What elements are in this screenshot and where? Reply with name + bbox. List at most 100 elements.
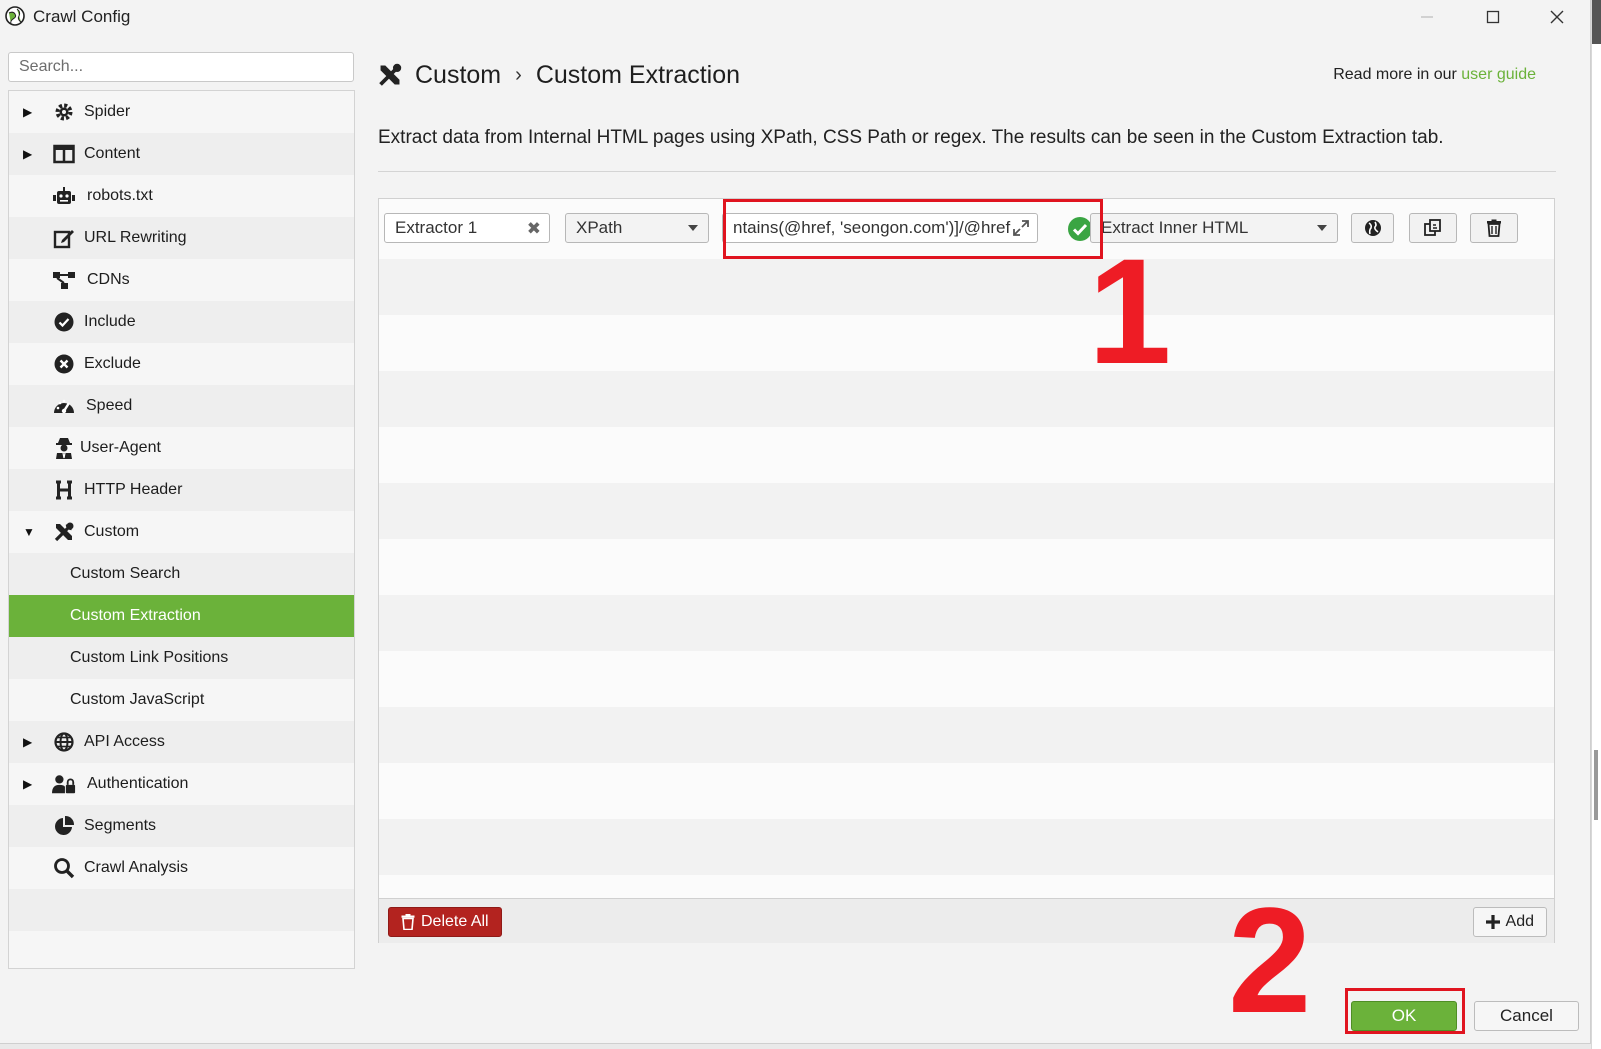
sidebar-item-custom-javascript[interactable]: Custom JavaScript <box>9 679 354 721</box>
tools-icon <box>52 520 76 544</box>
edit-icon <box>52 226 76 250</box>
sidebar-item-label: robots.txt <box>87 187 153 204</box>
sidebar-item-content[interactable]: ▶ Content <box>9 133 354 175</box>
sidebar-item-label: Content <box>84 145 141 162</box>
sidebar-item-include[interactable]: Include <box>9 301 354 343</box>
expand-arrow-icon[interactable]: ▶ <box>23 735 35 749</box>
extractor-type-select[interactable]: XPath <box>565 213 709 243</box>
chevron-down-icon <box>1317 225 1327 231</box>
sidebar-item-robots[interactable]: robots.txt <box>9 175 354 217</box>
sidebar-item-label: Segments <box>84 817 157 834</box>
sidebar-item-label: Spider <box>84 103 131 120</box>
sidebar-search-input[interactable] <box>8 52 354 82</box>
sidebar-item-label: HTTP Header <box>84 481 183 498</box>
expand-arrow-icon[interactable]: ▶ <box>23 147 35 161</box>
sidebar-empty-row <box>9 889 354 931</box>
sidebar-item-custom[interactable]: ▼ Custom <box>9 511 354 553</box>
globe-icon <box>52 730 76 754</box>
duplicate-button[interactable] <box>1409 213 1457 243</box>
sidebar-item-label: CDNs <box>87 271 130 288</box>
expand-arrow-icon[interactable]: ▶ <box>23 105 35 119</box>
add-label: Add <box>1505 913 1534 930</box>
gear-icon <box>52 100 76 124</box>
copy-icon <box>1424 219 1441 236</box>
sidebar-item-label: Include <box>84 313 136 330</box>
sidebar-item-label: API Access <box>84 733 165 750</box>
sidebar-item-label: Custom Extraction <box>70 607 201 624</box>
sidebar-item-label: Custom Link Positions <box>70 649 229 666</box>
delete-extractor-button[interactable] <box>1470 213 1518 243</box>
ok-button[interactable]: OK <box>1351 1001 1457 1031</box>
sidebar-item-label: Custom <box>84 523 140 540</box>
expand-arrow-icon[interactable]: ▶ <box>23 777 35 791</box>
window-title: Crawl Config <box>33 7 131 26</box>
sidebar-item-api-access[interactable]: ▶ API Access <box>9 721 354 763</box>
minimize-button[interactable] <box>1394 0 1460 34</box>
maximize-button[interactable] <box>1460 0 1526 34</box>
sidebar-item-url-rewriting[interactable]: URL Rewriting <box>9 217 354 259</box>
sidebar-item-label: URL Rewriting <box>84 229 187 246</box>
robot-icon <box>52 184 76 208</box>
sidebar-item-exclude[interactable]: Exclude <box>9 343 354 385</box>
extractor-name-value: Extractor 1 <box>395 218 478 237</box>
network-icon <box>52 268 76 292</box>
search-icon <box>52 856 76 880</box>
sidebar-item-label: Crawl Analysis <box>84 859 189 876</box>
extractor-type-value: XPath <box>576 218 623 237</box>
annotation-number-two: 2 <box>1228 876 1312 1044</box>
trash-icon <box>401 914 415 930</box>
sidebar-item-http-header[interactable]: HTTP Header <box>9 469 354 511</box>
cancel-button[interactable]: Cancel <box>1474 1001 1579 1031</box>
delete-all-label: Delete All <box>421 913 489 930</box>
sidebar-item-crawl-analysis[interactable]: Crawl Analysis <box>9 847 354 889</box>
tools-icon <box>379 63 402 86</box>
sidebar-item-label: Custom Search <box>70 565 181 582</box>
extractor-list-area <box>379 259 1554 899</box>
test-url-button[interactable] <box>1351 213 1394 243</box>
scrollbar[interactable] <box>1594 750 1598 820</box>
extractor-name-field[interactable]: Extractor 1 ✖ <box>384 213 550 243</box>
panel-footer: Delete All Add <box>379 898 1554 943</box>
check-circle-icon <box>52 310 76 334</box>
page-title: Custom Extraction <box>535 60 741 89</box>
clear-name-icon[interactable]: ✖ <box>527 219 541 239</box>
add-extractor-button[interactable]: Add <box>1472 907 1547 937</box>
sidebar-item-custom-extraction[interactable]: Custom Extraction <box>9 595 354 637</box>
user-secret-icon <box>52 436 76 460</box>
sidebar-item-authentication[interactable]: ▶ Authentication <box>9 763 354 805</box>
app-logo-icon <box>5 6 25 26</box>
close-button[interactable] <box>1524 0 1590 34</box>
maximize-icon <box>1486 10 1500 24</box>
close-icon <box>1550 10 1564 24</box>
sidebar-item-spider[interactable]: ▶ Spider <box>9 91 354 133</box>
collapse-arrow-icon[interactable]: ▼ <box>23 525 35 539</box>
minimize-icon <box>1421 16 1433 18</box>
x-circle-icon <box>52 352 76 376</box>
read-more-prefix: Read more in our <box>1333 66 1462 83</box>
sidebar-item-label: Speed <box>86 397 133 414</box>
sidebar-item-segments[interactable]: Segments <box>9 805 354 847</box>
trash-icon <box>1487 219 1501 237</box>
sidebar-nav: ▶ Spider ▶ Content robots.txt URL Rewrit… <box>8 90 355 969</box>
breadcrumb-separator: › <box>515 63 522 86</box>
delete-all-button[interactable]: Delete All <box>388 907 502 937</box>
background-window-edge <box>1591 0 1601 1049</box>
sidebar-item-speed[interactable]: Speed <box>9 385 354 427</box>
title-bar: Crawl Config <box>0 0 1590 34</box>
breadcrumb-parent[interactable]: Custom <box>415 61 501 90</box>
divider <box>378 171 1556 172</box>
chevron-down-icon <box>688 225 698 231</box>
pie-chart-icon <box>52 814 76 838</box>
user-guide-link[interactable]: user guide <box>1461 66 1536 83</box>
sidebar-item-user-agent[interactable]: User-Agent <box>9 427 354 469</box>
sidebar-item-label: User-Agent <box>80 439 161 456</box>
sidebar-item-custom-link-positions[interactable]: Custom Link Positions <box>9 637 354 679</box>
annotation-number-one: 1 <box>1088 227 1172 395</box>
annotation-box-expression <box>723 199 1103 259</box>
sidebar-item-custom-search[interactable]: Custom Search <box>9 553 354 595</box>
user-lock-icon <box>52 772 76 796</box>
extractor-panel: Extractor 1 ✖ XPath ntains(@href, 'seong… <box>378 198 1555 943</box>
sidebar-item-cdns[interactable]: CDNs <box>9 259 354 301</box>
h-icon <box>52 478 76 502</box>
sidebar-item-label: Authentication <box>87 775 189 792</box>
